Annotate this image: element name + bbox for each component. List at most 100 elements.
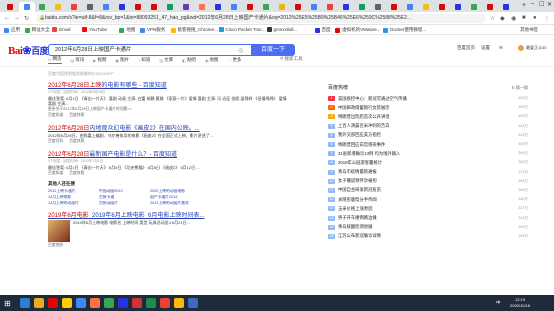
message-icon[interactable]: ✉ <box>499 45 503 51</box>
bookmark-item[interactable]: 应用 <box>4 27 20 33</box>
camera-icon[interactable]: ◎ <box>238 47 243 54</box>
browser-tab[interactable] <box>355 2 369 12</box>
browser-tab[interactable] <box>291 2 305 12</box>
taskbar-app-icon[interactable] <box>20 298 30 308</box>
result-source-link[interactable]: 百度快照 <box>69 171 84 176</box>
tab-item[interactable]: ▣ 图片 <box>115 56 129 64</box>
bookmark-item[interactable]: Docker使用教程... <box>383 27 426 33</box>
hot-list-item[interactable]: 1 美国疾控中心：新冠可通过空气传播 493万 <box>328 94 528 103</box>
result-title-link[interactable]: 2012年6月28日最新国产电影是什么？- 百度知道 <box>48 149 288 158</box>
hot-list-item[interactable]: 16 江苏公布新冠确诊详情 294万 <box>328 232 528 241</box>
related-search-link[interactable]: 2020上映的动画电影 <box>150 189 210 194</box>
profile-icon[interactable]: ● <box>533 15 537 21</box>
taskbar-app-icon[interactable] <box>188 298 198 308</box>
bookmark-item[interactable]: VPN服务 <box>140 27 165 33</box>
browser-tab[interactable] <box>451 2 465 12</box>
browser-tab[interactable] <box>147 2 161 12</box>
url-input[interactable]: 🔒 baidu.com/s?ie=utf-8&f=8&rsv_bp=1&tn=8… <box>36 14 486 23</box>
browser-tab[interactable] <box>387 2 401 12</box>
hot-list-item[interactable]: 15 青岛核酸检测进展 302万 <box>328 223 528 232</box>
bookmark-item[interactable]: 虚拟机的VMware... <box>335 27 380 33</box>
hot-list-item[interactable]: 5 我外交部回应美方指控 419万 <box>328 131 528 140</box>
taskbar-app-icon[interactable] <box>104 298 114 308</box>
related-search-link[interactable]: 12月上映的动画片 <box>48 201 96 206</box>
taskbar-app-icon[interactable] <box>132 298 142 308</box>
result-title-link[interactable]: 2012年6月28日内地观众幻电影《画皮2》在国内公映。... <box>48 123 288 132</box>
search-input[interactable]: 2012年6月28日上映国产卡通片 <box>48 44 251 56</box>
tab-item[interactable]: ⋯ 更多 <box>227 56 241 64</box>
new-tab-button[interactable]: + <box>522 2 526 9</box>
browser-tab[interactable] <box>115 2 129 12</box>
related-search-link[interactable]: 2012上映的动画片推荐 <box>150 201 210 206</box>
result-thumbnail[interactable] <box>48 220 70 242</box>
bookmark-item[interactable]: 网址大全 <box>24 27 50 33</box>
avatar[interactable] <box>518 45 524 51</box>
maximize-icon[interactable]: ☐ <box>539 1 544 8</box>
browser-tab[interactable] <box>483 2 497 12</box>
browser-tab[interactable] <box>339 2 353 12</box>
bookmark-item[interactable]: 极客搜搜_Chrome... <box>170 27 218 33</box>
browser-tab[interactable] <box>51 2 65 12</box>
browser-tab[interactable] <box>19 2 35 12</box>
browser-tab[interactable] <box>275 2 289 12</box>
hot-list-item[interactable]: 14 男子开车撞倒路边摊 314万 <box>328 213 528 222</box>
hot-list-item[interactable]: 10 女子撒谎称怀孕被拘 363万 <box>328 177 528 186</box>
search-button[interactable]: 百度一下 <box>251 44 295 56</box>
result-more-link[interactable]: 更多关于2012年6月28日上映国产卡通片的问题>> <box>48 107 288 112</box>
browser-tab[interactable] <box>371 2 385 12</box>
result-source-link[interactable]: 百度快照 <box>48 243 63 248</box>
settings-link[interactable]: 设置 <box>481 45 490 51</box>
reload-icon[interactable]: ↻ <box>24 15 29 22</box>
browser-tab[interactable] <box>211 2 225 12</box>
related-search-link[interactable]: 2012上映卡通片 <box>48 189 96 194</box>
taskbar-app-icon[interactable] <box>34 298 44 308</box>
related-search-link[interactable]: 古装动画片 <box>99 201 147 206</box>
baidu-logo[interactable]: Bai❀百度 <box>8 44 49 57</box>
related-search-link[interactable]: 12月上映电影 <box>48 195 96 200</box>
related-search-link[interactable]: 古装卡通 <box>99 195 147 200</box>
browser-tab[interactable] <box>403 2 417 12</box>
taskbar-app-icon[interactable] <box>90 298 100 308</box>
browser-tab[interactable] <box>195 2 209 12</box>
taskbar-app-icon[interactable] <box>76 298 86 308</box>
browser-tab[interactable] <box>35 2 49 12</box>
forward-icon[interactable]: → <box>14 15 20 21</box>
browser-tab[interactable] <box>99 2 113 12</box>
browser-tab[interactable] <box>67 2 81 12</box>
clock[interactable]: 12:19 2020/10/16 <box>510 297 530 308</box>
hot-list-item[interactable]: 8 2019年公园游客量统计 382万 <box>328 158 528 167</box>
hot-list-item[interactable]: 9 青岛市疫情最新通报 371万 <box>328 168 528 177</box>
baidu-home-link[interactable]: 百度首页 <box>457 45 475 51</box>
minimize-icon[interactable]: – <box>531 1 534 7</box>
hot-list-item[interactable]: 3 特朗普出院后首次公开讲话 450万 <box>328 112 528 121</box>
bookmark-item[interactable]: Gmail <box>51 27 71 32</box>
browser-tab[interactable] <box>131 2 145 12</box>
related-search-link[interactable]: 国产卡通片2012 <box>150 195 210 200</box>
taskbar-app-icon[interactable] <box>118 298 128 308</box>
bookmark-item[interactable]: gnmxxl/all... <box>266 27 297 32</box>
tab-item[interactable]: ▶ 视频 <box>93 56 106 64</box>
browser-tab[interactable] <box>243 2 257 12</box>
taskbar-app-icon[interactable] <box>62 298 72 308</box>
back-icon[interactable]: ← <box>4 15 10 21</box>
menu-icon[interactable]: ⋮ <box>544 15 550 22</box>
bookmark-item[interactable]: Cisco Packet Trac... <box>218 27 266 32</box>
browser-tab[interactable] <box>163 2 177 12</box>
username[interactable]: 最爱正义00 <box>526 45 546 51</box>
tab-item[interactable]: ? 知道 <box>138 56 150 64</box>
hot-list-item[interactable]: 12 关晓彤鹿晗分手传闻 340万 <box>328 195 528 204</box>
tab-item[interactable]: ◉ 地图 <box>205 56 219 64</box>
bookmark-item[interactable]: 百度 <box>314 27 331 33</box>
start-icon[interactable]: ⊞ <box>4 299 11 308</box>
result-source-link[interactable]: 百度知道 <box>48 113 63 118</box>
result-title-link[interactable]: 2012年6月28日上映的电影有哪些 - 百度知道 <box>48 80 288 89</box>
result-source-link[interactable]: 百度快照 <box>69 139 84 144</box>
hot-list-item[interactable]: 13 玉米价格上涨原因 327万 <box>328 204 528 213</box>
taskbar-app-icon[interactable] <box>48 298 58 308</box>
taskbar-app-icon[interactable] <box>146 298 156 308</box>
taskbar-app-icon[interactable] <box>174 298 184 308</box>
hot-list-item[interactable]: 4 上百人清晨百米冲刺的告白 434万 <box>328 122 528 131</box>
hot-list-item[interactable]: 6 特朗普回应白宫感染事件 405万 <box>328 140 528 149</box>
input-language[interactable]: 中 <box>496 300 501 306</box>
browser-tab[interactable] <box>323 2 337 12</box>
